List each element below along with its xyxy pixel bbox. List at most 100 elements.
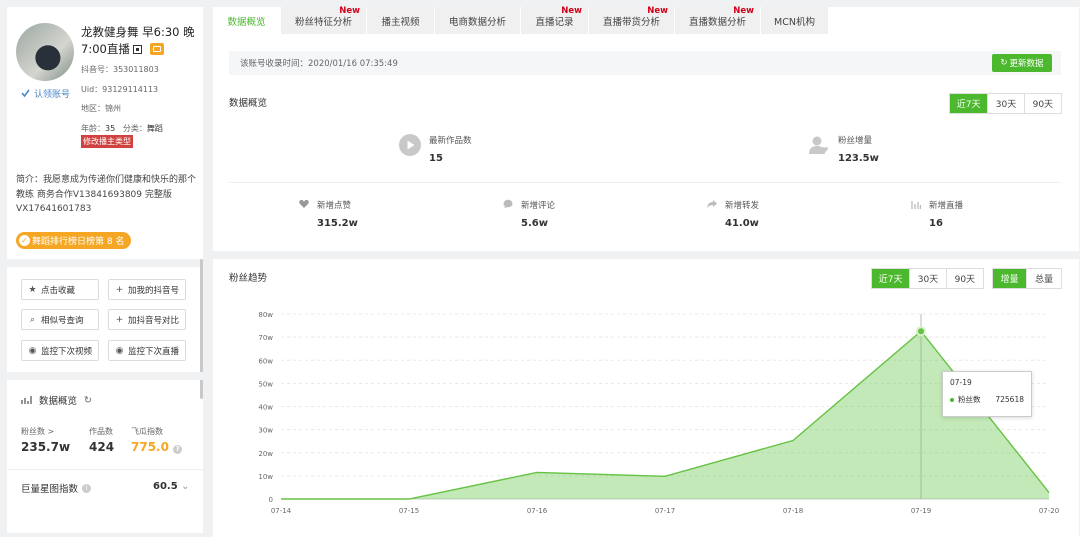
overview-title: 数据概览 [229,98,268,109]
tab-bar: 数据概览 粉丝特征分析 New 播主视频 电商数据分析 直播记录 New 直播带货分… [213,6,829,34]
category-value: 舞蹈 [146,124,163,133]
likes-label: 新增点赞 [317,201,352,211]
tooltip-date: 07-19 [950,378,972,387]
tooltip-row: 粉丝数 725618 [950,394,1024,405]
y-tick-label: 80w [258,311,273,319]
heart-icon [299,199,309,208]
trend-range-90d[interactable]: 90天 [947,269,983,288]
fans-inc-label: 粉丝增量 [838,136,873,146]
section-gap [213,251,1079,259]
y-tick-label: 30w [258,427,273,435]
rank-badge[interactable]: ✓ 舞蹈排行榜日榜第 8 名 [16,232,132,249]
divider [229,182,1061,183]
verified-link[interactable]: 认领账号 [21,87,70,100]
star-icon: ★ [28,284,37,295]
collect-label: 点击收藏 [41,285,76,296]
comments-card: 新增评论 5.6w [503,199,555,229]
qrcode-icon[interactable] [132,45,142,54]
y-tick-label: 10w [258,473,273,481]
help-icon[interactable]: ? [173,445,183,454]
info-icon[interactable]: i [82,483,92,493]
side-overview-title: 数据概览 [39,396,78,407]
eye-icon: ◉ [28,345,37,356]
new-badge: New [733,6,754,16]
monitor-live-button[interactable]: ◉ 监控下次直播 [108,340,186,361]
refresh-icon[interactable]: ↻ [84,395,92,406]
main-panel: 数据概览 粉丝特征分析 New 播主视频 电商数据分析 直播记录 New 直播带货分… [213,6,1079,537]
collect-button[interactable]: ★ 点击收藏 [21,279,99,300]
age-category: 年龄：35 分类：舞蹈 [81,123,163,134]
fg-index-stat: 飞瓜指数 775.0 ? [131,426,183,454]
add-my-account-button[interactable]: + 加我的抖音号 [108,279,186,300]
trend-title: 粉丝趋势 [229,273,268,284]
tab-live-records[interactable]: 直播记录 New [521,6,589,34]
range-30d[interactable]: 30天 [988,94,1025,113]
profile-sidebar: 认领账号 龙教健身舞 早6:30 晚7:00直播 抖音号：353011803 U… [7,7,203,533]
tab-live-data[interactable]: 直播数据分析 New [675,6,761,34]
monitor-video-button[interactable]: ◉ 监控下次视频 [21,340,99,361]
compare-label: 加抖音号对比 [128,315,180,326]
y-tick-label: 70w [258,334,273,342]
tooltip-label: 粉丝数 [958,395,981,404]
update-button[interactable]: ↻ 更新数据 [992,54,1052,72]
x-tick-label: 07-14 [271,507,292,515]
new-badge: New [339,6,360,16]
x-tick-label: 07-19 [911,507,931,515]
fans-value: 235.7w [21,440,71,454]
tab-label: 播主视频 [381,16,420,28]
divider [7,259,203,267]
live-icon[interactable] [149,43,164,55]
tab-fans-analysis[interactable]: 粉丝特征分析 New [281,6,367,34]
divider [7,469,203,470]
comments-label: 新增评论 [521,201,556,211]
similar-search-button[interactable]: ⌕ 相似号查询 [21,309,99,330]
trend-range-30d[interactable]: 30天 [910,269,947,288]
trend-range-7d[interactable]: 近7天 [872,269,911,288]
overview-range-group: 近7天 30天 90天 [949,93,1062,114]
jl-index: 巨量星图指数 i [21,481,92,495]
tab-data-overview[interactable]: 数据概览 [213,7,281,34]
mode-increment[interactable]: 增量 [993,269,1028,288]
mode-total[interactable]: 总量 [1027,269,1061,288]
x-tick-label: 07-20 [1039,507,1059,515]
age-value: 35 [105,124,116,133]
refresh-icon: ↻ [1000,58,1008,68]
play-icon [399,134,421,156]
search-icon: ⌕ [29,314,36,325]
monitor-live-label: 监控下次直播 [128,346,180,357]
douyin-id: 抖音号：353011803 [81,65,159,74]
fans-inc-card: 粉丝增量 123.5w [808,134,879,164]
x-tick-label: 07-18 [783,507,803,515]
range-7d[interactable]: 近7天 [950,94,989,113]
divider [7,372,203,380]
plus-icon: + [115,284,124,295]
series-area [281,331,1049,499]
fg-value: 775.0 ? [131,440,183,454]
tab-ecommerce[interactable]: 电商数据分析 [435,7,521,34]
tab-videos[interactable]: 播主视频 [367,7,435,34]
latest-works-card: 最新作品数 15 [399,134,472,164]
highlight-point [916,326,926,337]
jl-value-row[interactable]: 60.5 ⌄ [153,481,190,492]
tab-label: 数据概览 [227,16,266,28]
range-90d[interactable]: 90天 [1025,94,1061,113]
fans-stat[interactable]: 粉丝数 > 235.7w [21,426,70,454]
category-label: 分类： [122,124,147,133]
add-my-account-label: 加我的抖音号 [128,285,180,296]
tab-mcn[interactable]: MCN机构 [761,7,829,34]
fans-label: 粉丝数 > [21,427,55,436]
trend-mode-group: 增量 总量 [992,268,1062,289]
bar-chart-icon [911,201,921,209]
tooltip-dot [950,397,954,402]
tooltip-value: 725618 [995,395,1024,404]
compare-button[interactable]: + 加抖音号对比 [108,309,186,330]
comment-icon [503,199,513,209]
tab-live-sales[interactable]: 直播带货分析 New [589,6,675,34]
modify-type-button[interactable]: 修改播主类型 [81,135,133,148]
collect-bar: 该账号收录时间：2020/01/16 07:35:49 [229,51,1061,75]
fg-label: 飞瓜指数 [131,427,163,436]
y-tick-label: 0 [269,496,273,504]
avatar[interactable] [16,23,74,81]
y-tick-label: 60w [258,357,273,365]
tab-label: MCN机构 [774,16,815,28]
